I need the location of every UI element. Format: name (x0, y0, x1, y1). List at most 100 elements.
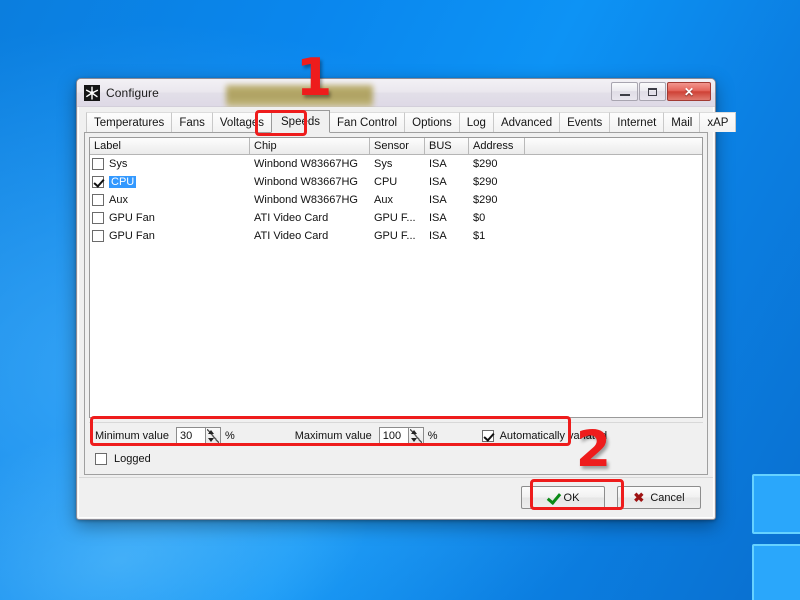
column-header-address[interactable]: Address (469, 138, 525, 154)
tab-label: Fan Control (337, 116, 398, 129)
row-chip-cell: ATI Video Card (254, 230, 329, 242)
row-checkbox[interactable] (92, 158, 104, 170)
column-header-chip[interactable]: Chip (250, 138, 370, 154)
logo-pane-top-left (752, 474, 800, 534)
automatically-variated-control[interactable]: Automatically variated (481, 429, 607, 442)
row-bus-cell: ISA (429, 176, 447, 188)
checkmark-icon (547, 492, 558, 503)
tab-label: Temperatures (94, 116, 165, 129)
row-chip-cell: Winbond W83667HG (254, 158, 358, 170)
column-header-bus[interactable]: BUS (425, 138, 469, 154)
minimum-value-stepper[interactable]: 30 (175, 426, 221, 445)
tab-label: Fans (179, 116, 205, 129)
minimize-button[interactable] (611, 82, 638, 101)
minimize-icon (619, 94, 630, 96)
row-checkbox[interactable] (92, 176, 104, 188)
minimum-value-spin-buttons[interactable] (204, 427, 220, 444)
tab-label: xAP (707, 116, 729, 129)
window-title: Configure (106, 85, 159, 100)
minimum-value-label: Minimum value (95, 429, 169, 442)
tab-xap[interactable]: xAP (699, 112, 737, 132)
tab-temperatures[interactable]: Temperatures (86, 112, 173, 132)
row-sensor-cell: GPU F... (374, 230, 416, 242)
table-row[interactable]: CPU Winbond W83667HG CPU ISA $290 (90, 173, 702, 191)
table-row[interactable]: Aux Winbond W83667HG Aux ISA $290 (90, 191, 702, 209)
row-chip-cell: Winbond W83667HG (254, 176, 358, 188)
tab-advanced[interactable]: Advanced (492, 112, 561, 132)
row-chip-cell: Winbond W83667HG (254, 194, 358, 206)
row-label-cell[interactable]: Aux (90, 194, 250, 206)
windows-logo (752, 474, 800, 600)
logo-pane-bottom-left (752, 544, 800, 600)
chevron-down-icon[interactable] (207, 437, 214, 442)
tab-label: Log (466, 116, 486, 129)
list-body: Sys Winbond W83667HG Sys ISA $290 CPU Wi… (90, 155, 702, 417)
minimum-value-input[interactable]: 30 (176, 427, 205, 444)
table-row[interactable]: GPU Fan ATI Video Card GPU F... ISA $0 (90, 209, 702, 227)
logged-checkbox[interactable] (95, 453, 107, 465)
row-sensor-cell: Sys (374, 158, 393, 170)
tab-voltages[interactable]: Voltages (211, 112, 273, 132)
tab-label: Options (412, 116, 452, 129)
tab-fans[interactable]: Fans (171, 112, 213, 132)
ok-button[interactable]: OK (521, 486, 605, 509)
row-address-cell: $290 (473, 158, 498, 170)
desktop-background: Configure ✕ Temperatures Fans Voltages S… (0, 0, 800, 600)
column-header-sensor[interactable]: Sensor (370, 138, 425, 154)
close-button[interactable]: ✕ (667, 82, 711, 101)
row-checkbox[interactable] (92, 230, 104, 242)
logged-control[interactable]: Logged (89, 448, 703, 470)
dialog-footer: OK ✖ Cancel (79, 477, 713, 517)
table-row[interactable]: Sys Winbond W83667HG Sys ISA $290 (90, 155, 702, 173)
column-header-label[interactable]: Label (90, 138, 250, 154)
tab-label: Events (567, 116, 603, 129)
fan-app-icon (84, 84, 100, 101)
tab-speeds[interactable]: Speeds (271, 110, 331, 133)
automatically-variated-checkbox[interactable] (481, 429, 494, 442)
caption-buttons: ✕ (611, 82, 711, 101)
maximize-icon (648, 87, 657, 96)
table-row[interactable]: GPU Fan ATI Video Card GPU F... ISA $1 (90, 227, 702, 245)
row-label-cell[interactable]: Sys (90, 158, 250, 170)
cancel-button[interactable]: ✖ Cancel (617, 486, 701, 509)
column-header-filler (525, 138, 702, 154)
window-client-area: Temperatures Fans Voltages Speeds Fan Co… (79, 107, 737, 475)
row-checkbox[interactable] (92, 194, 104, 206)
row-label-text: Sys (109, 158, 128, 170)
maximize-button[interactable] (639, 82, 666, 101)
chevron-up-icon[interactable] (207, 429, 214, 434)
maximum-value-stepper[interactable]: 100 (378, 426, 424, 445)
row-address-cell: $290 (473, 176, 498, 188)
row-sensor-cell: Aux (374, 194, 393, 206)
tab-log[interactable]: Log (458, 112, 494, 132)
tab-strip: Temperatures Fans Voltages Speeds Fan Co… (84, 110, 737, 133)
tab-internet[interactable]: Internet (609, 112, 665, 132)
speeds-tab-page: Label Chip Sensor BUS Address Sys Winbon… (84, 133, 708, 475)
tab-label: Speeds (281, 115, 321, 128)
chevron-down-icon[interactable] (410, 437, 417, 442)
row-bus-cell: ISA (429, 212, 447, 224)
tab-options[interactable]: Options (404, 112, 460, 132)
row-bus-cell: ISA (429, 230, 447, 242)
ok-button-label: OK (563, 491, 580, 504)
minimum-value-unit: % (224, 429, 235, 442)
row-label-cell[interactable]: GPU Fan (90, 212, 250, 224)
tab-events[interactable]: Events (559, 112, 611, 132)
row-label-cell[interactable]: CPU (90, 176, 250, 188)
chevron-up-icon[interactable] (410, 429, 417, 434)
tab-mail[interactable]: Mail (663, 112, 701, 132)
x-icon: ✖ (633, 490, 645, 505)
row-address-cell: $1 (473, 230, 486, 242)
window-titlebar[interactable]: Configure ✕ (77, 79, 715, 107)
maximum-value-spin-buttons[interactable] (407, 427, 423, 444)
row-label-text: GPU Fan (109, 230, 155, 242)
row-address-cell: $0 (473, 212, 486, 224)
list-header-row: Label Chip Sensor BUS Address (90, 138, 702, 155)
row-label-cell[interactable]: GPU Fan (90, 230, 250, 242)
row-address-cell: $290 (473, 194, 498, 206)
speeds-list[interactable]: Label Chip Sensor BUS Address Sys Winbon… (89, 137, 703, 418)
tab-fan-control[interactable]: Fan Control (329, 112, 406, 132)
row-label-text: GPU Fan (109, 212, 155, 224)
maximum-value-input[interactable]: 100 (379, 427, 408, 444)
row-checkbox[interactable] (92, 212, 104, 224)
